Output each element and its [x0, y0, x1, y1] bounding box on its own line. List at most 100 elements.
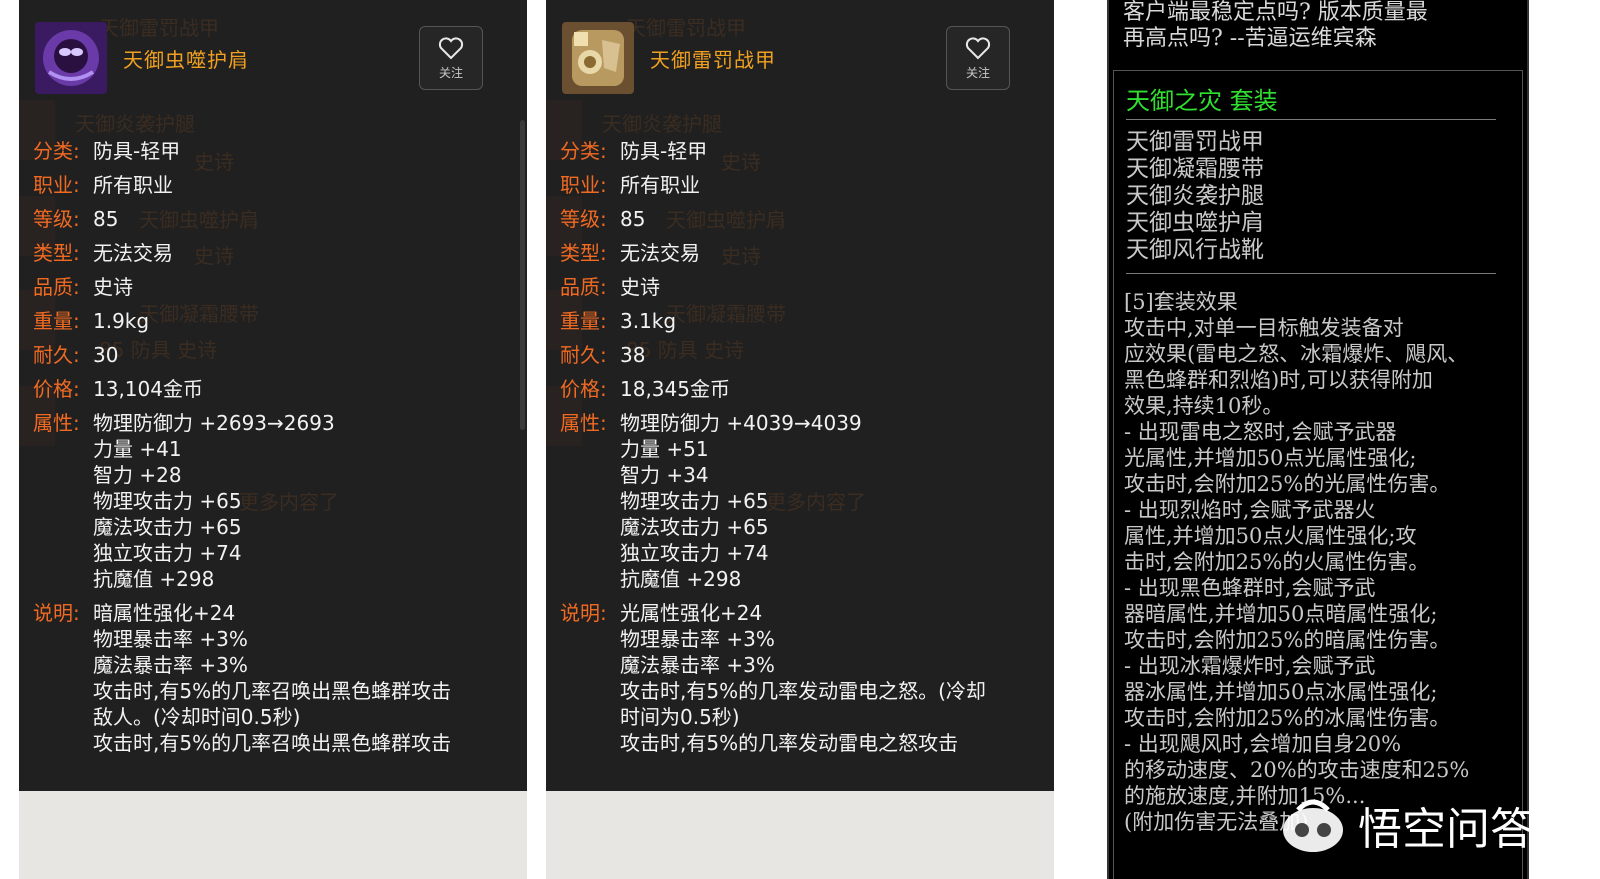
stat-row: 品质: 史诗 [33, 274, 513, 300]
set-item-list: 天御雷罚战甲 天御凝霜腰带 天御炎袭护腿 天御虫噬护肩 天御风行战靴 [1126, 129, 1264, 264]
effect-line: [5]套装效果 [1124, 290, 1238, 314]
attribute-line: 物理防御力 +2693→2693 [93, 411, 335, 435]
stat-row: 类型: 无法交易 [33, 240, 513, 266]
attribute-line: 独立攻击力 +74 [620, 541, 769, 565]
effect-line: - 出现黑色蜂群时,会赋予武 [1124, 576, 1376, 600]
effect-line: 黑色蜂群和烈焰)时,可以获得附加 [1124, 368, 1433, 392]
stat-key: 类型: [560, 241, 607, 265]
set-item: 天御虫噬护肩 [1126, 210, 1264, 236]
heart-icon [965, 36, 991, 59]
description-line: 暗属性强化+24 [93, 601, 236, 625]
stat-key: 重量: [33, 309, 80, 333]
stat-value: 13,104金币 [93, 377, 203, 401]
stat-row-attributes: 属性: 物理防御力 +2693→2693 力量 +41 智力 +28 物理攻击力… [33, 410, 513, 592]
header-line: 再高点吗? --苦逼运维宾森 [1123, 26, 1377, 51]
background-ghost-text: 天御炎袭护腿 [75, 112, 195, 136]
stat-key: 品质: [33, 275, 80, 299]
stat-row: 职业: 所有职业 [33, 172, 513, 198]
follow-label: 关注 [965, 65, 990, 80]
stat-value: 38 [620, 343, 646, 367]
attribute-line: 物理攻击力 +65 [620, 489, 769, 513]
item-name: 天御雷罚战甲 [650, 48, 776, 72]
effect-line: 攻击时,会附加25%的光属性伤害。 [1124, 472, 1451, 496]
scrollbar[interactable] [520, 120, 525, 430]
stat-row: 耐久: 30 [33, 342, 513, 368]
item-stats: 分类: 防具-轻甲 职业: 所有职业 等级: 85 类型: 无法交易 品质: 史诗 重量:… [33, 138, 513, 756]
stat-value: 无法交易 [620, 241, 700, 265]
stat-row: 分类: 防具-轻甲 [33, 138, 513, 164]
effect-line: 攻击时,会附加25%的冰属性伤害。 [1124, 706, 1451, 730]
attribute-line: 物理攻击力 +65 [93, 489, 242, 513]
description-line: 敌人。(冷却时间0.5秒) [93, 705, 301, 729]
follow-button[interactable]: 关注 [419, 26, 483, 90]
stat-row: 职业: 所有职业 [560, 172, 1040, 198]
set-tooltip-panel: 客户端最稳定点吗? 版本质量最 再高点吗? --苦逼运维宾森 天御之灾 套装 天… [1107, 0, 1529, 879]
attribute-line: 抗魔值 +298 [93, 567, 215, 591]
item-card-body: 天御雷罚战甲 天御炎袭护腿 史诗 天御虫噬护肩 史诗 天御凝霜腰带 85 防具 … [19, 0, 527, 791]
stat-key: 说明: [560, 601, 607, 625]
item-name: 天御虫噬护肩 [123, 48, 249, 72]
effect-line: - 出现雷电之怒时,会赋予武器 [1124, 420, 1397, 444]
stat-key: 等级: [560, 207, 607, 231]
stat-row: 等级: 85 [560, 206, 1040, 232]
stat-row-attributes: 属性: 物理防御力 +4039→4039 力量 +51 智力 +34 物理攻击力… [560, 410, 1040, 592]
set-info-box: 天御之灾 套装 天御雷罚战甲 天御凝霜腰带 天御炎袭护腿 天御虫噬护肩 天御风行… [1113, 70, 1523, 879]
stat-key: 类型: [33, 241, 80, 265]
stat-row: 类型: 无法交易 [560, 240, 1040, 266]
description-line: 物理暴击率 +3% [93, 627, 248, 651]
set-item: 天御风行战靴 [1126, 237, 1264, 263]
stat-value: 史诗 [93, 275, 133, 299]
stat-value: 所有职业 [93, 173, 173, 197]
stat-value: 1.9kg [93, 309, 150, 333]
effect-line: 击时,会附加25%的火属性伤害。 [1124, 550, 1430, 574]
stat-value: 85 [93, 207, 119, 231]
item-header: 天御虫噬护肩 关注 [19, 0, 527, 110]
item-card-1: 天御雷罚战甲 天御炎袭护腿 史诗 天御虫噬护肩 史诗 天御凝霜腰带 85 防具 … [19, 0, 527, 879]
stat-key: 重量: [560, 309, 607, 333]
stat-key: 耐久: [560, 343, 607, 367]
stat-value: 30 [93, 343, 119, 367]
description-line: 攻击时,有5%的几率发动雷电之怒。(冷却 [620, 679, 986, 703]
effect-line: - 出现烈焰时,会赋予武器火 [1124, 498, 1376, 522]
stat-row: 重量: 3.1kg [560, 308, 1040, 334]
wukong-logo-icon [1283, 799, 1343, 852]
stat-value: 防具-轻甲 [620, 139, 708, 163]
stat-key: 说明: [33, 601, 80, 625]
follow-button[interactable]: 关注 [946, 26, 1010, 90]
attribute-line: 独立攻击力 +74 [93, 541, 242, 565]
attribute-line: 智力 +34 [620, 463, 709, 487]
item-header: 天御雷罚战甲 关注 [546, 0, 1054, 110]
description-line: 光属性强化+24 [620, 601, 763, 625]
stat-row: 价格: 13,104金币 [33, 376, 513, 402]
header-line: 客户端最稳定点吗? 版本质量最 [1123, 0, 1428, 25]
description-line: 攻击时,有5%的几率召唤出黑色蜂群攻击 [93, 679, 452, 703]
heart-icon [438, 36, 464, 59]
set-effect-text: [5]套装效果 攻击中,对单一目标触发装备对 应效果(雷电之怒、冰霜爆炸、飓风、… [1124, 289, 1506, 835]
stat-key: 品质: [560, 275, 607, 299]
watermark-text: 悟空问答 [1358, 804, 1534, 855]
set-item: 天御凝霜腰带 [1126, 156, 1264, 182]
description-line: 攻击时,有5%的几率发动雷电之怒攻击 [620, 731, 959, 755]
stat-value: 所有职业 [620, 173, 700, 197]
attribute-line: 魔法攻击力 +65 [620, 515, 769, 539]
stat-row: 重量: 1.9kg [33, 308, 513, 334]
effect-line: 攻击时,会附加25%的暗属性伤害。 [1124, 628, 1451, 652]
item-stats: 分类: 防具-轻甲 职业: 所有职业 等级: 85 类型: 无法交易 品质: 史诗 重量:… [560, 138, 1040, 756]
attribute-line: 抗魔值 +298 [620, 567, 742, 591]
stat-row-description: 说明: 光属性强化+24 物理暴击率 +3% 魔法暴击率 +3% 攻击时,有5%… [560, 600, 1040, 756]
effect-line: 光属性,并增加50点光属性强化; [1124, 446, 1417, 470]
stat-row: 耐久: 38 [560, 342, 1040, 368]
stat-key: 价格: [560, 377, 607, 401]
attribute-line: 物理防御力 +4039→4039 [620, 411, 862, 435]
effect-line: - 出现飓风时,会增加自身20% [1124, 732, 1402, 756]
stat-key: 属性: [560, 411, 607, 435]
description-line: 攻击时,有5%的几率召唤出黑色蜂群攻击 [93, 731, 452, 755]
stat-value: 史诗 [620, 275, 660, 299]
set-item: 天御雷罚战甲 [1126, 129, 1264, 155]
attribute-line: 力量 +51 [620, 437, 709, 461]
effect-line: 器暗属性,并增加50点暗属性强化; [1124, 602, 1438, 626]
effect-line: 器冰属性,并增加50点冰属性强化; [1124, 680, 1438, 704]
set-title: 天御之灾 套装 [1126, 87, 1278, 115]
stat-key: 属性: [33, 411, 80, 435]
attribute-line: 魔法攻击力 +65 [93, 515, 242, 539]
